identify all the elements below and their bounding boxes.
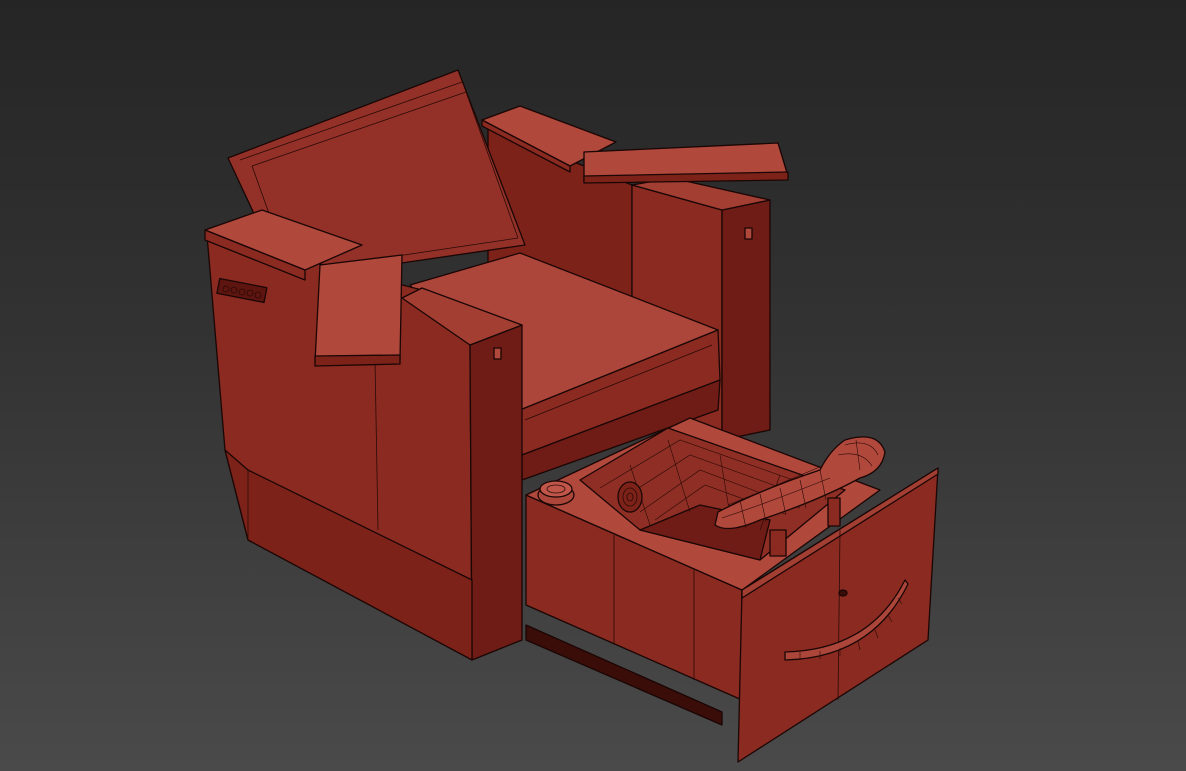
drain-cap-icon [537, 480, 575, 506]
drawer-keyhole-icon [838, 589, 848, 597]
faucet-post-2 [827, 497, 841, 527]
left-tray-lid [314, 254, 403, 363]
left-armrest-end [469, 324, 523, 661]
3d-viewport[interactable] [0, 0, 1186, 771]
foot-basin-drawer [525, 417, 939, 763]
chair-model-render[interactable] [0, 0, 1186, 771]
right-panel-button-icon [744, 227, 753, 240]
left-tray-lid-edge [314, 354, 401, 367]
left-panel-button-icon [493, 347, 502, 360]
jet-nozzle-icon [617, 481, 643, 513]
faucet-post [769, 529, 787, 557]
